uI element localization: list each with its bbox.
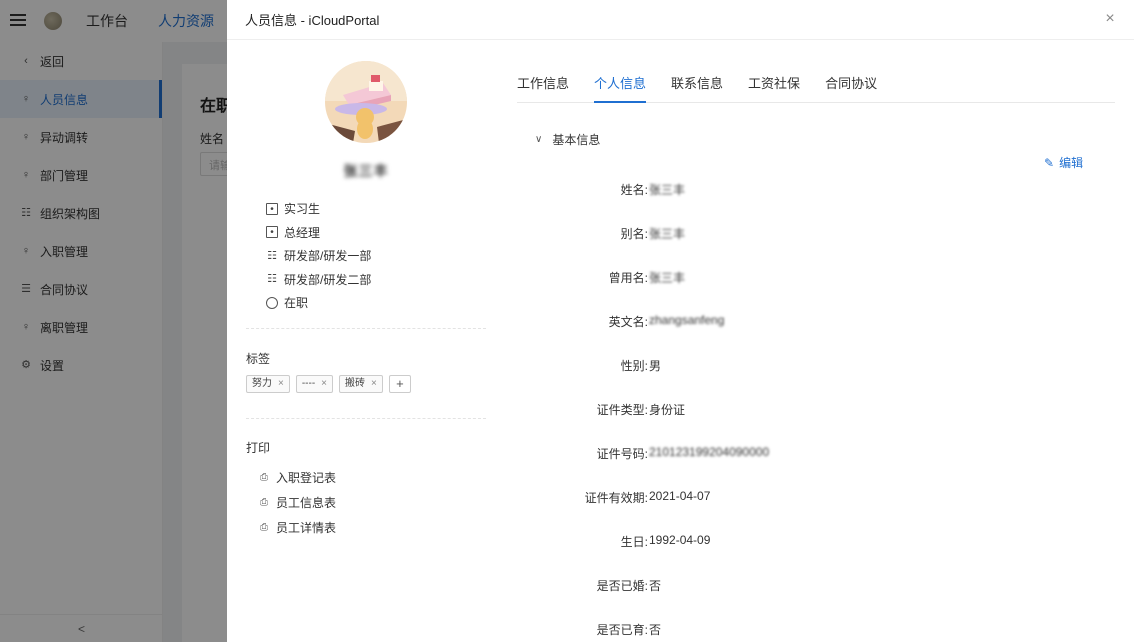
tag[interactable]: 搬砖 × <box>339 375 383 393</box>
printer-icon: ⎙ <box>260 472 268 483</box>
org-icon: ☷ <box>267 273 277 286</box>
tag[interactable]: ---- × <box>295 375 334 393</box>
tab-2[interactable]: 联系信息 <box>671 61 723 102</box>
drawer-header: 人员信息 - iCloudPortal <box>227 0 1134 40</box>
info-field-row: 姓名: 张三丰 <box>505 167 1134 211</box>
info-field-row: 曾用名: 张三丰 <box>505 255 1134 299</box>
tag-label: ---- <box>301 378 316 389</box>
person-info-drawer: 人员信息 - iCloudPortal × 张三丰 • 实习生 • 总经理 ☷ 研发部/研… <box>227 0 1134 642</box>
tag-close-icon[interactable]: × <box>278 376 284 392</box>
tab-0[interactable]: 工作信息 <box>517 61 569 102</box>
tab-1[interactable]: 个人信息 <box>594 61 647 103</box>
basic-info-fields: 姓名: 张三丰 别名: 张三丰 曾用名: 张三丰 英文名: zhangsanfeng 性别: 男证… <box>505 167 1134 642</box>
field-value: 身份证 <box>649 403 686 417</box>
divider <box>246 418 486 419</box>
badge-icon: • <box>266 202 278 215</box>
field-value: zhangsanfeng <box>649 313 725 327</box>
detail-panel: 工作信息 个人信息 联系信息 工资社保 合同协议 ∨ 基本信息 ✎ 编辑 姓名: 张三丰别… <box>505 41 1134 642</box>
tag[interactable]: 努力 × <box>246 375 290 393</box>
person-name: 张三丰 <box>343 163 389 179</box>
field-label: 性别: <box>620 359 648 373</box>
drawer-title: 人员信息 - iCloudPortal <box>245 13 380 28</box>
field-label: 英文名: <box>608 315 648 329</box>
printer-icon: ⎙ <box>260 497 268 508</box>
field-value: 2021-04-07 <box>649 489 711 503</box>
info-field-row: 证件号码: 210123199204090000 <box>505 431 1134 475</box>
print-item-label: 入职登记表 <box>276 471 337 485</box>
field-value: 张三丰 <box>649 183 686 197</box>
field-label: 证件有效期: <box>584 491 648 505</box>
tags-section-label: 标签 <box>246 352 271 366</box>
field-label: 曾用名: <box>608 271 648 285</box>
info-field-row: 英文名: zhangsanfeng <box>505 299 1134 343</box>
profile-info-row: ☷ 研发部/研发一部 <box>266 244 371 268</box>
info-field-row: 证件有效期: 2021-04-07 <box>505 475 1134 519</box>
divider <box>246 328 486 329</box>
badge-icon: • <box>266 226 278 239</box>
field-label: 是否已育: <box>596 623 648 637</box>
clock-icon <box>266 296 278 309</box>
profile-info-text: 在职 <box>284 296 309 311</box>
tab-4[interactable]: 合同协议 <box>825 61 877 102</box>
printer-icon: ⎙ <box>260 522 268 533</box>
profile-info-text: 研发部/研发一部 <box>284 249 372 264</box>
field-label: 别名: <box>620 227 648 241</box>
add-tag-button[interactable]: + <box>388 375 411 393</box>
profile-info-list: • 实习生 • 总经理 ☷ 研发部/研发一部 ☷ 研发部/研发二部 在职 <box>266 197 371 315</box>
print-item-label: 员工详情表 <box>276 521 337 535</box>
profile-info-text: 总经理 <box>284 225 321 240</box>
field-label: 是否已婚: <box>596 579 648 593</box>
field-value: 1992-04-09 <box>649 533 711 547</box>
avatar[interactable] <box>325 61 407 143</box>
tag-label: 努力 <box>252 378 272 389</box>
field-value: 张三丰 <box>649 271 686 285</box>
profile-panel: 张三丰 • 实习生 • 总经理 ☷ 研发部/研发一部 ☷ 研发部/研发二部 在职 标签 努力 × -… <box>227 41 505 642</box>
field-label: 姓名: <box>620 183 648 197</box>
close-icon[interactable]: × <box>1102 11 1118 27</box>
chevron-down-icon: ∨ <box>535 134 543 145</box>
tag-label: 搬砖 <box>345 378 366 389</box>
profile-info-row: • 实习生 <box>266 197 371 221</box>
profile-info-text: 实习生 <box>284 202 321 217</box>
field-value: 张三丰 <box>649 227 686 241</box>
tag-close-icon[interactable]: × <box>371 376 377 392</box>
org-icon: ☷ <box>267 249 277 262</box>
tag-close-icon[interactable]: × <box>321 376 327 392</box>
print-item[interactable]: ⎙ 入职登记表 <box>258 465 336 490</box>
field-value: 男 <box>649 359 662 373</box>
print-list: ⎙ 入职登记表 ⎙ 员工信息表 ⎙ 员工详情表 <box>258 465 336 540</box>
info-field-row: 是否已婚: 否 <box>505 563 1134 607</box>
info-field-row: 性别: 男 <box>505 343 1134 387</box>
field-value: 否 <box>649 623 662 637</box>
info-field-row: 是否已育: 否 <box>505 607 1134 642</box>
field-label: 证件类型: <box>596 403 648 417</box>
info-field-row: 生日: 1992-04-09 <box>505 519 1134 563</box>
print-item-label: 员工信息表 <box>276 496 337 510</box>
tag-list: 努力 × ---- × 搬砖 × + <box>246 375 417 393</box>
info-field-row: 证件类型: 身份证 <box>505 387 1134 431</box>
field-value: 否 <box>649 579 662 593</box>
profile-info-text: 研发部/研发二部 <box>284 272 372 287</box>
print-section-label: 打印 <box>246 441 271 455</box>
profile-info-row: • 总经理 <box>266 221 371 245</box>
field-label: 生日: <box>620 535 648 549</box>
field-label: 证件号码: <box>596 447 648 461</box>
field-value: 210123199204090000 <box>649 445 770 459</box>
detail-tabs: 工作信息 个人信息 联系信息 工资社保 合同协议 <box>517 61 1115 103</box>
print-item[interactable]: ⎙ 员工信息表 <box>258 490 336 515</box>
profile-info-row: ☷ 研发部/研发二部 <box>266 268 371 292</box>
info-field-row: 别名: 张三丰 <box>505 211 1134 255</box>
print-item[interactable]: ⎙ 员工详情表 <box>258 515 336 540</box>
tab-3[interactable]: 工资社保 <box>748 61 800 102</box>
profile-info-row: 在职 <box>266 291 371 315</box>
section-title: 基本信息 <box>552 133 601 147</box>
basic-info-section-header[interactable]: ∨ 基本信息 <box>535 131 600 148</box>
